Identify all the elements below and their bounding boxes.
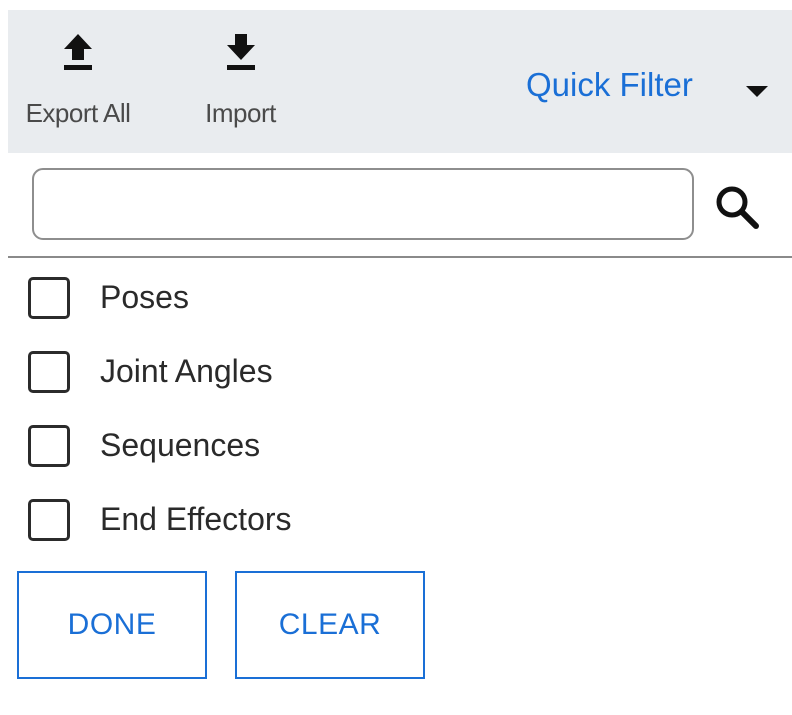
filter-option-label: Poses <box>100 279 189 315</box>
caret-down-icon <box>746 86 768 97</box>
import-label: Import <box>205 98 276 128</box>
end-effectors-checkbox[interactable] <box>28 499 70 541</box>
clear-button[interactable]: CLEAR <box>235 571 425 679</box>
poses-checkbox[interactable] <box>28 277 70 319</box>
filter-option-joint-angles[interactable]: Joint Angles <box>28 344 528 400</box>
divider <box>8 256 792 258</box>
search-button[interactable] <box>708 178 766 236</box>
quick-filter-label: Quick Filter <box>526 66 693 103</box>
filter-option-poses[interactable]: Poses <box>28 270 528 326</box>
search-input[interactable] <box>32 168 694 240</box>
toolbar: Export All Import Quick Filter <box>8 10 792 153</box>
joint-angles-checkbox[interactable] <box>28 351 70 393</box>
upload-icon <box>64 34 92 70</box>
import-button[interactable]: Import <box>188 10 293 153</box>
download-icon <box>226 34 255 70</box>
filter-option-sequences[interactable]: Sequences <box>28 418 528 474</box>
sequences-checkbox[interactable] <box>28 425 70 467</box>
filter-option-label: Joint Angles <box>100 353 273 389</box>
search-icon <box>716 186 759 229</box>
export-all-button[interactable]: Export All <box>18 10 138 153</box>
filter-option-end-effectors[interactable]: End Effectors <box>28 492 528 548</box>
export-all-label: Export All <box>25 98 131 128</box>
filter-option-label: End Effectors <box>100 501 292 537</box>
done-button[interactable]: DONE <box>17 571 207 679</box>
filter-option-label: Sequences <box>100 427 261 463</box>
quick-filter-dropdown[interactable]: Quick Filter <box>526 62 776 112</box>
